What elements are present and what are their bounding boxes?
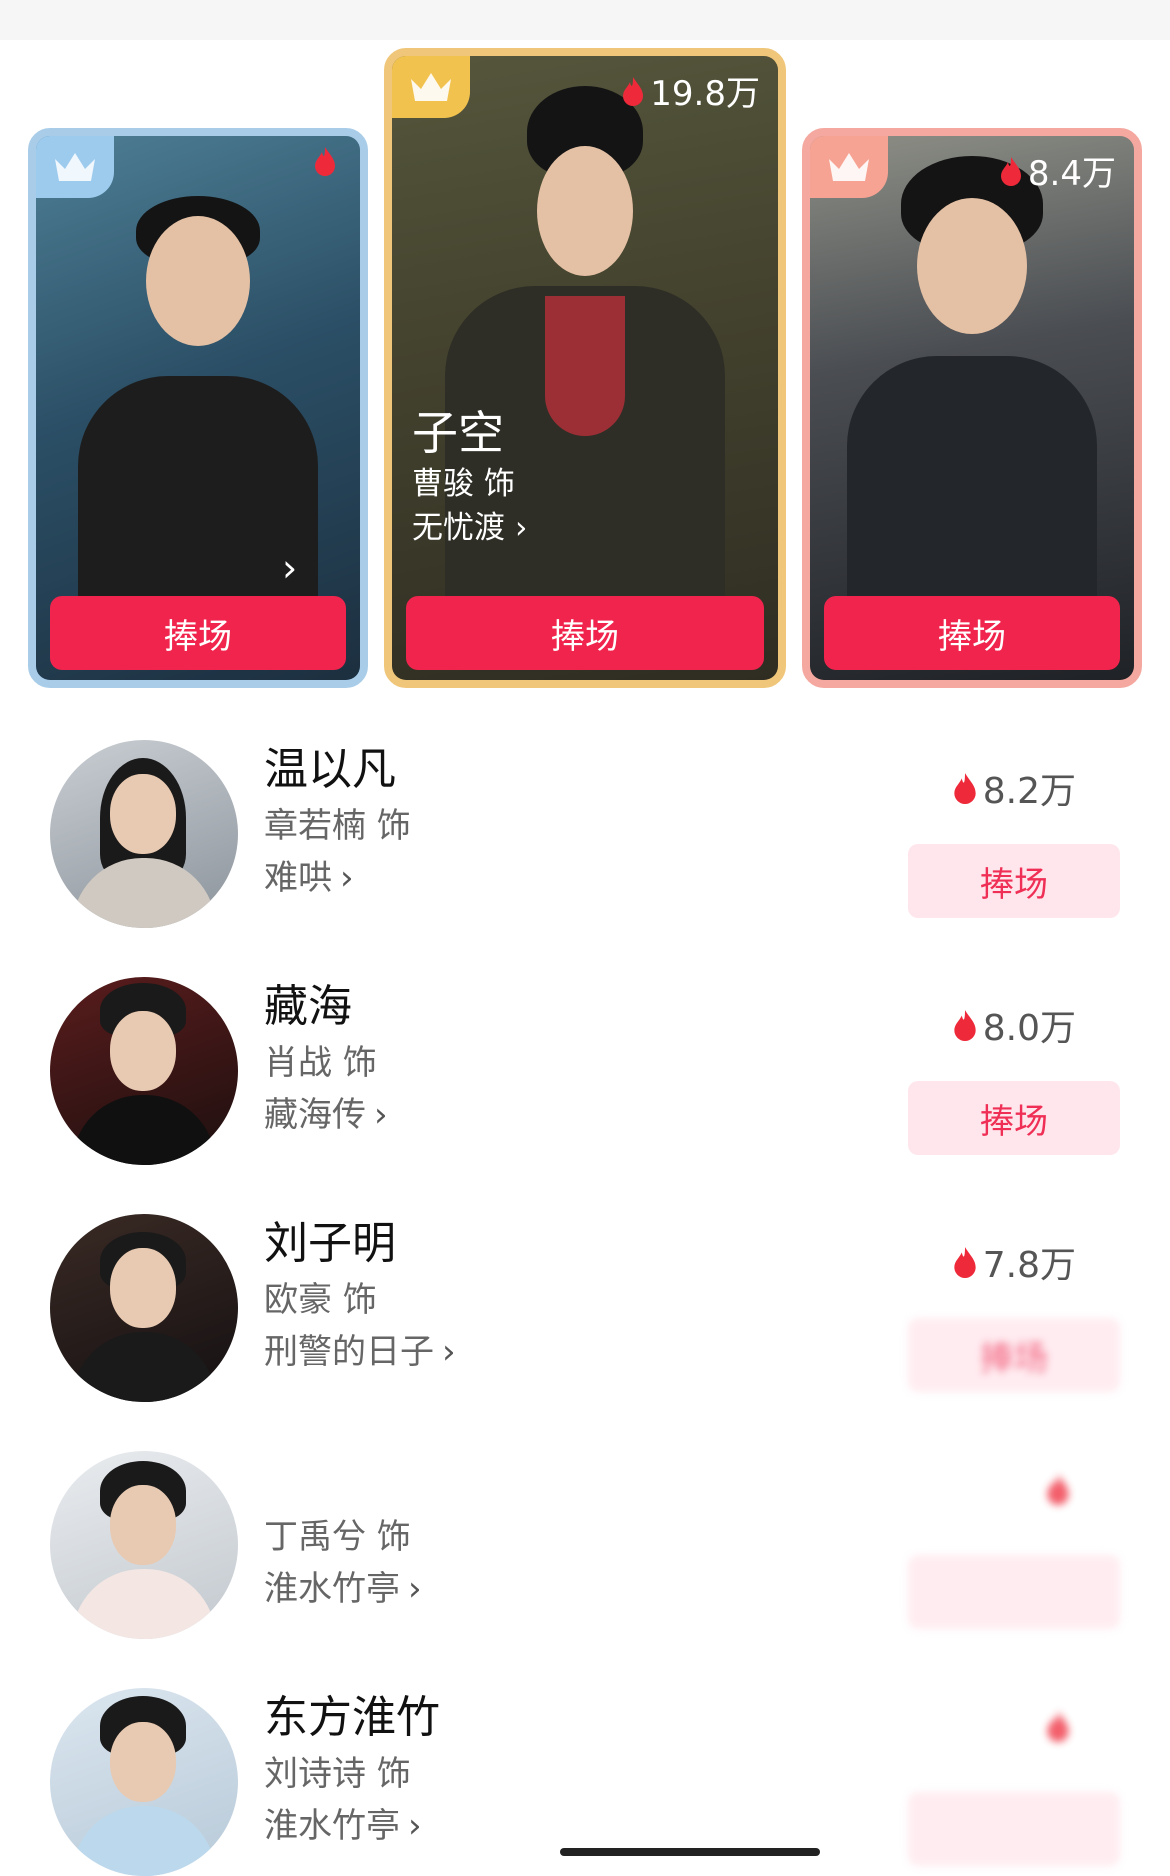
heat-value: 8.4万 [1027, 154, 1116, 194]
show-link[interactable]: 淮水竹亭 › [264, 1563, 422, 1615]
podium-card-rank-3[interactable]: 8.4万 捧场 [802, 128, 1142, 688]
list-item[interactable]: 丁禹兮 饰 淮水竹亭 › [0, 1451, 1170, 1651]
flame-icon [954, 1010, 976, 1041]
show-title: 淮水竹亭 [264, 1806, 400, 1846]
support-button[interactable]: 捧场 [50, 596, 346, 670]
row-text: 东方淮竹 刘诗诗 饰 淮水竹亭 › [264, 1688, 440, 1852]
avatar [50, 1688, 238, 1876]
podium-card-rank-2[interactable]: › 捧场 [28, 128, 368, 688]
home-indicator [560, 1848, 820, 1856]
heat-indicator: 8.0万 [953, 999, 1076, 1051]
row-text: 刘子明 欧豪 饰 刑警的日子 › [264, 1214, 456, 1378]
show-link[interactable]: 难哄 › [264, 852, 411, 904]
support-button[interactable] [908, 1555, 1120, 1629]
card-info: 子空 曹骏 饰 无忧渡 › [412, 404, 527, 550]
row-text: 温以凡 章若楠 饰 难哄 › [264, 740, 411, 904]
actor-photo [392, 56, 778, 680]
crown-icon [411, 73, 451, 101]
flame-icon [954, 1247, 976, 1278]
support-button[interactable]: 捧场 [824, 596, 1120, 670]
chevron-right-icon: › [340, 858, 354, 898]
actor-name: 曹骏 饰 [412, 466, 515, 502]
role-name: 东方淮竹 [264, 1692, 440, 1743]
list-item[interactable]: 刘子明 欧豪 饰 刑警的日子 › 7.8万 捧场 [0, 1214, 1170, 1414]
role-name [264, 1451, 422, 1511]
support-button[interactable]: 捧场 [908, 1318, 1120, 1392]
chevron-right-icon: › [515, 510, 528, 546]
crown-badge [810, 136, 888, 198]
actor-name: 章若楠 饰 [264, 806, 411, 846]
role-name: 刘子明 [264, 1218, 396, 1269]
show-title: 难哄 [264, 858, 332, 898]
heat-indicator: 19.8万 [622, 66, 760, 115]
flame-icon [623, 76, 644, 106]
actor-name: 欧豪 饰 [264, 1280, 377, 1320]
flame-icon [315, 147, 335, 176]
show-link[interactable]: 刑警的日子 › [264, 1326, 456, 1378]
show-title: 无忧渡 [412, 510, 505, 546]
role-name: 子空 [412, 406, 504, 460]
flame-icon [1047, 1711, 1069, 1742]
flame-icon [1047, 1474, 1069, 1505]
chevron-right-icon: › [408, 1569, 422, 1609]
flame-icon [1000, 156, 1021, 186]
avatar [50, 1451, 238, 1639]
support-button[interactable] [908, 1792, 1120, 1866]
list-item[interactable]: 藏海 肖战 饰 藏海传 › 8.0万 捧场 [0, 977, 1170, 1177]
chevron-right-icon: › [442, 1332, 456, 1372]
show-title: 刑警的日子 [264, 1332, 434, 1372]
list-item[interactable]: 东方淮竹 刘诗诗 饰 淮水竹亭 › [0, 1688, 1170, 1876]
crown-icon [829, 153, 869, 181]
show-link[interactable]: 淮水竹亭 › [264, 1800, 440, 1852]
show-title: 淮水竹亭 [264, 1569, 400, 1609]
crown-badge [36, 136, 114, 198]
chevron-right-icon: › [408, 1806, 422, 1846]
avatar [50, 740, 238, 928]
heat-indicator: 7.8万 [953, 1236, 1076, 1288]
row-text: 丁禹兮 饰 淮水竹亭 › [264, 1451, 422, 1615]
support-button[interactable]: 捧场 [406, 596, 764, 670]
actor-name: 刘诗诗 饰 [264, 1754, 411, 1794]
row-text: 藏海 肖战 饰 藏海传 › [264, 977, 388, 1141]
actor-name: 丁禹兮 饰 [264, 1517, 411, 1557]
list-item[interactable]: 温以凡 章若楠 饰 难哄 › 8.2万 捧场 [0, 740, 1170, 940]
avatar [50, 1214, 238, 1402]
crown-badge [392, 56, 470, 118]
support-button[interactable]: 捧场 [908, 844, 1120, 918]
top-strip [0, 0, 1170, 40]
show-title: 藏海传 [264, 1095, 366, 1135]
support-button[interactable]: 捧场 [908, 1081, 1120, 1155]
heat-value: 8.0万 [982, 1008, 1076, 1049]
heat-indicator [1046, 1473, 1076, 1505]
actor-name: 肖战 饰 [264, 1043, 377, 1083]
flame-icon [954, 773, 976, 804]
chevron-right-icon: › [374, 1095, 388, 1135]
heat-value: 19.8万 [650, 74, 760, 114]
heat-indicator: 8.4万 [1000, 146, 1116, 195]
heat-value: 8.2万 [982, 771, 1076, 812]
heat-indicator [314, 146, 342, 176]
role-name: 温以凡 [264, 744, 396, 795]
avatar [50, 977, 238, 1165]
chevron-right-icon: › [282, 546, 298, 590]
podium-card-rank-1[interactable]: 19.8万 子空 曹骏 饰 无忧渡 › 捧场 [384, 48, 786, 688]
heat-value: 7.8万 [982, 1245, 1076, 1286]
role-name: 藏海 [264, 981, 352, 1032]
show-link[interactable]: 无忧渡 › [412, 506, 527, 550]
crown-icon [55, 153, 95, 181]
heat-indicator: 8.2万 [953, 762, 1076, 814]
show-link[interactable]: 藏海传 › [264, 1089, 388, 1141]
heat-indicator [1046, 1710, 1076, 1742]
